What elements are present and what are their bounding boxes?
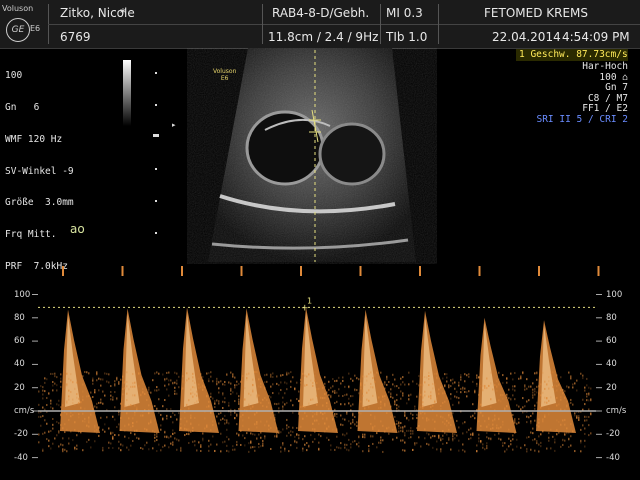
time-marker [62,266,64,276]
patient-marker: * [120,6,126,20]
institution-name: FETOMED KREMS [484,6,589,20]
velocity-tick-label: -40 [606,452,620,463]
param-gate-size: Größe 3.0mm [5,197,74,209]
velocity-tick-label: cm/s [14,406,35,416]
param-sri: SRI II 5 / CRI 2 [536,113,628,125]
time-marker [121,266,124,276]
velocity-tick-label: 100 [14,289,31,300]
velocity-tick-label: 20 [606,382,617,393]
bmode-brand-line1: Voluson [213,68,237,75]
velocity-tick-label: 60 [14,336,25,347]
exam-date: 22.04.2014 [492,30,561,44]
time-marker [181,266,183,276]
brand-logo: Voluson GE E6 [2,4,46,44]
systolic-peak [119,308,160,433]
time-marker [538,266,540,276]
left-parameters: 100 Gn 6 WMF 120 Hz SV-Winkel -9 Größe 3… [5,50,74,283]
depth-marker [155,104,157,106]
param-power: 100 [5,70,23,82]
param-angle: SV-Winkel -9 [5,165,74,177]
systolic-peak [238,308,279,433]
time-marker [478,266,481,276]
velocity-tick-label: 40 [606,359,617,370]
grayscale-bar [123,60,131,126]
probe-preset: RAB4-8-D/Gebh. [272,6,370,20]
time-marker [597,266,600,276]
brand-name: Voluson [2,4,34,13]
depth-marker [155,200,157,202]
velocity-tick-label: cm/s [606,406,627,416]
systolic-peak [357,309,398,433]
patient-id: 6769 [60,30,91,44]
bmode-brand-line2: E6 [220,75,229,82]
depth-marker [155,72,157,74]
param-harmonic: Har-Hoch [582,61,628,72]
measurement-cursor-icon[interactable]: + [301,303,309,313]
time-marker [300,266,302,276]
velocity-tick-label: -20 [606,429,620,440]
probe-label: E6 [30,24,41,33]
velocity-tick-label: 80 [606,312,617,323]
focus-marker [153,134,159,137]
velocity-tick-label: -20 [14,429,28,440]
velocity-tick-label: 60 [606,336,617,347]
velocity-tick-label: 100 [606,289,623,300]
right-parameters: Har-Hoch 100 ⌂ Gn 7 C8 / M7 FF1 / E2 SRI… [536,61,628,126]
param-wall-filter: WMF 120 Hz [5,133,63,145]
focus-arrow-icon: ▸ [172,121,176,129]
bmode-brand-label: Voluson E6 [213,68,236,82]
depth-marker [155,168,157,170]
ge-logo-icon: GE [6,18,30,42]
mechanical-index: MI 0.3 [386,6,423,20]
time-marker [419,266,421,276]
thermal-index: TIb 1.0 [386,30,428,44]
header-bar: Voluson GE E6 Zitko, Nicole * 6769 RAB4-… [0,0,640,49]
velocity-measurement: 1 Geschw. 87.73cm/s [516,49,628,61]
depth-info: 11.8cm / 2.4 / 9Hz [268,30,379,44]
param-gain: Gn 6 [5,101,40,113]
param-frequency: Frq Mitt. [5,229,57,241]
systolic-peak [298,307,338,433]
velocity-tick-label: 40 [14,359,25,370]
time-marker [359,266,362,276]
depth-marker [155,232,157,234]
velocity-tick-label: 80 [14,312,25,323]
systolic-peak [179,307,219,433]
time-marker [240,266,243,276]
velocity-tick-label: -40 [14,452,28,463]
velocity-tick-label: 20 [14,382,25,393]
doppler-spectrum: 1+ [32,266,602,459]
exam-time: 4:54:09 PM [562,30,630,44]
